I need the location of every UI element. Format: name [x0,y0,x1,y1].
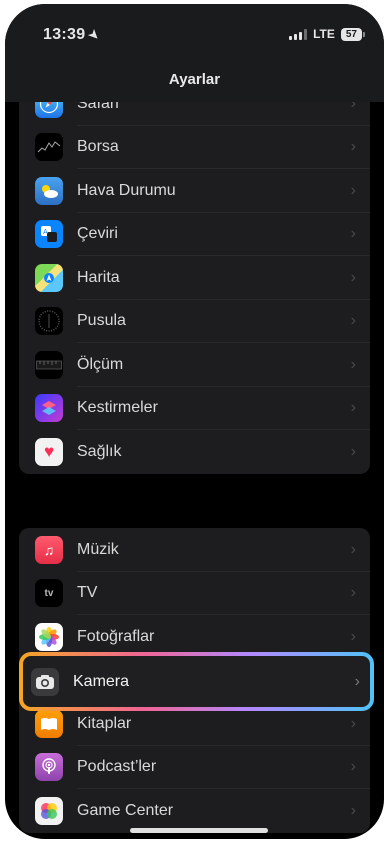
location-arrow-icon: ➤ [85,26,104,44]
weather-icon [35,176,63,205]
header: 13:39➤ LTE 57 Ayarlar [5,4,384,102]
chevron-right-icon: › [350,355,356,373]
settings-item-stocks[interactable]: Borsa › [19,126,370,169]
chevron-right-icon: › [354,672,360,690]
settings-item-label: Game Center [77,801,174,819]
health-icon: ♥ [35,437,63,466]
photos-icon [35,622,63,651]
settings-item-label: Kitaplar [77,714,132,732]
game-center-icon [35,796,63,825]
chevron-right-icon: › [350,801,356,819]
camera-icon [31,667,59,696]
chevron-right-icon: › [350,442,356,460]
chevron-right-icon: › [350,312,356,330]
chevron-right-icon: › [350,138,356,156]
chevron-right-icon: › [350,540,356,558]
network-label: LTE [313,27,335,41]
chevron-right-icon: › [350,714,356,732]
chevron-right-icon: › [350,584,356,602]
books-icon [35,709,63,738]
settings-item-label: Sağlık [77,442,122,460]
settings-item-translate[interactable]: A Çeviri › [19,213,370,256]
music-icon: ♫ [35,535,63,564]
settings-item-maps[interactable]: Harita › [19,256,370,300]
settings-item-tv[interactable]: tv TV › [19,572,370,615]
chevron-right-icon: › [350,399,356,417]
shortcuts-icon [35,394,63,423]
chevron-right-icon: › [350,627,356,645]
settings-item-weather[interactable]: Hava Durumu › [19,169,370,213]
settings-item-label: Ölçüm [77,355,124,373]
chevron-right-icon: › [350,758,356,776]
signal-icon [289,28,308,40]
podcasts-icon [35,753,63,782]
tv-icon: tv [35,579,63,608]
settings-item-shortcuts[interactable]: Kestirmeler › [19,387,370,430]
highlight-frame: Kamera › [19,652,374,711]
settings-item-measure[interactable]: Ölçüm › [19,343,370,387]
chevron-right-icon: › [350,181,356,199]
settings-item-label: TV [77,584,98,602]
phone-screen: 13:39➤ LTE 57 Ayarlar Safari › Borsa › H… [5,4,384,839]
settings-item-health[interactable]: ♥ Sağlık › [19,430,370,474]
settings-item-music[interactable]: ♫ Müzik › [19,528,370,572]
page-title: Ayarlar [168,71,221,88]
settings-item-label: Hava Durumu [77,181,176,199]
settings-item-compass[interactable]: Pusula › [19,300,370,343]
home-indicator [130,828,268,833]
settings-item-label: Podcast’ler [77,758,157,776]
chevron-right-icon: › [350,225,356,243]
settings-item-label: Fotoğraflar [77,627,155,645]
measure-icon [35,350,63,379]
settings-item-label: Harita [77,268,120,286]
stocks-icon [35,133,63,162]
settings-item-podcasts[interactable]: Podcast’ler › [19,746,370,789]
svg-text:A: A [43,228,48,236]
settings-item-label: Kamera [73,672,130,690]
settings-item-label: Borsa [77,138,119,156]
settings-item-label: Pusula [77,312,126,330]
maps-icon [35,263,63,292]
status-time: 13:39➤ [43,26,104,44]
settings-group-apps-1: Safari › Borsa › Hava Durumu › A Çeviri [19,82,370,474]
settings-item-label: Kestirmeler [77,399,158,417]
battery-icon: 57 [340,27,366,41]
settings-item-label: Müzik [77,540,119,558]
translate-icon: A [35,220,63,249]
chevron-right-icon: › [350,268,356,286]
settings-item-label: Çeviri [77,225,118,243]
status-indicators: LTE 57 [289,27,366,41]
settings-item-game-center[interactable]: Game Center › [19,789,370,833]
compass-icon [35,307,63,336]
settings-item-camera[interactable]: Kamera › [23,656,370,707]
